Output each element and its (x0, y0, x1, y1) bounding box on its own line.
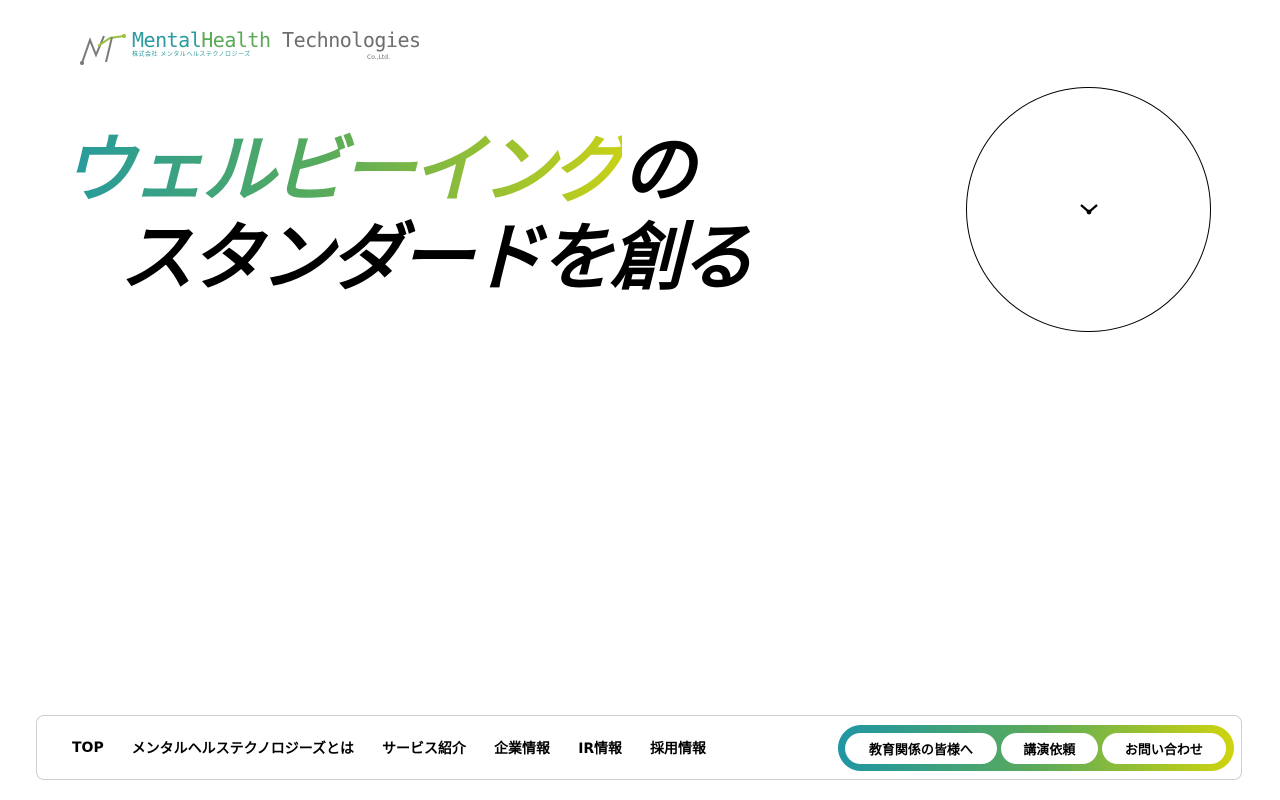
nav-link-company[interactable]: 企業情報 (494, 738, 550, 758)
nav-links: TOP メンタルヘルステクノロジーズとは サービス紹介 企業情報 IR情報 採用… (37, 716, 734, 779)
chevron-down-icon (1080, 204, 1098, 215)
logo-name-technologies: Technologies (282, 28, 421, 52)
nav-link-top[interactable]: TOP (72, 740, 104, 756)
logo-name-mental: Mental (132, 28, 202, 52)
contact-button[interactable]: お問い合わせ (1102, 732, 1226, 764)
nav-link-about[interactable]: メンタルヘルステクノロジーズとは (132, 738, 354, 758)
headline-line-1: ウェルビーイングの (62, 126, 750, 214)
headline-highlight: ウェルビーイング (62, 127, 626, 213)
logo-sub-row: 株式会社 メンタルヘルステクノロジーズ Co.,Ltd. (132, 52, 390, 61)
site-logo[interactable]: MentalHealth Technologies 株式会社 メンタルヘルステク… (80, 30, 421, 66)
education-button[interactable]: 教育関係の皆様へ (845, 732, 997, 764)
logo-name-health: Health (201, 28, 271, 52)
logo-text: MentalHealth Technologies 株式会社 メンタルヘルステク… (132, 30, 421, 61)
headline-line-2: スタンダードを創る (120, 215, 754, 301)
lecture-request-button[interactable]: 講演依頼 (1001, 732, 1098, 764)
hero-headline: ウェルビーイングの スタンダードを創る (62, 126, 754, 302)
page: MentalHealth Technologies 株式会社 メンタルヘルステク… (0, 0, 1280, 800)
scroll-down-button[interactable] (966, 87, 1211, 332)
cta-group: 教育関係の皆様へ 講演依頼 お問い合わせ (838, 725, 1234, 771)
headline-particle: の (622, 127, 696, 213)
logo-mark-icon (80, 34, 126, 65)
nav-link-recruit[interactable]: 採用情報 (650, 738, 706, 758)
logo-company-suffix: Co.,Ltd. (367, 54, 390, 61)
logo-name: MentalHealth Technologies (132, 30, 421, 50)
nav-link-ir[interactable]: IR情報 (578, 738, 622, 758)
bottom-navigation: TOP メンタルヘルステクノロジーズとは サービス紹介 企業情報 IR情報 採用… (36, 715, 1242, 780)
nav-link-services[interactable]: サービス紹介 (382, 738, 466, 758)
logo-subtitle: 株式会社 メンタルヘルステクノロジーズ (132, 51, 251, 58)
